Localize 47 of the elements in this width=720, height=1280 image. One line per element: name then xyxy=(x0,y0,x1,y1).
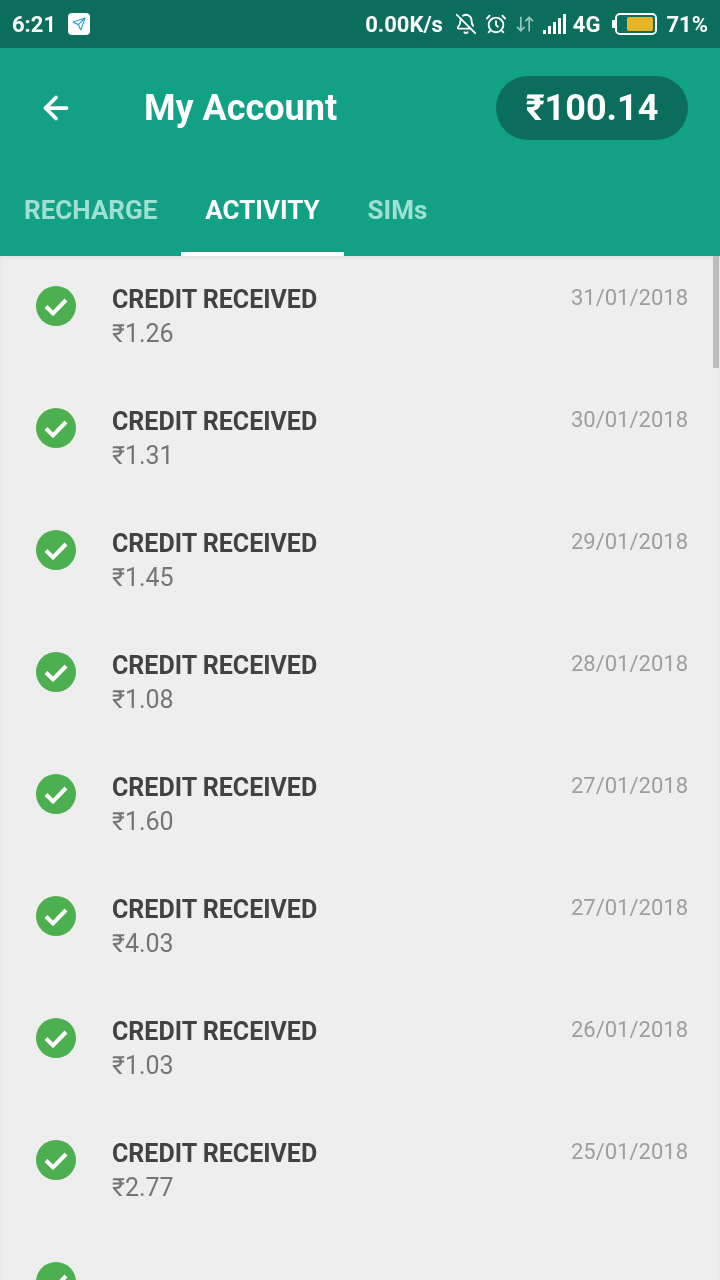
activity-amount: ₹1.03 xyxy=(112,1050,175,1082)
tab[interactable]: RECHARGE xyxy=(0,168,182,256)
tab[interactable]: ACTIVITY xyxy=(181,168,344,256)
network-type: 4G xyxy=(572,10,601,39)
activity-title: CREDIT RECEIVED xyxy=(112,528,319,560)
telegram-icon xyxy=(68,13,91,35)
activity-date: 27/01/2018 xyxy=(570,894,688,922)
check-icon xyxy=(36,652,76,692)
activity-date: 31/01/2018 xyxy=(570,284,688,312)
activity-amount: ₹1.31 xyxy=(112,440,175,472)
battery-icon xyxy=(612,13,659,35)
activity-date: 30/01/2018 xyxy=(570,406,688,434)
network-speed: 0.00K/s xyxy=(365,10,443,39)
activity-title: CREDIT RECEIVED xyxy=(112,894,319,926)
balance-pill: ₹100.14 xyxy=(496,76,688,140)
activity-amount: ₹2.77 xyxy=(112,1172,175,1204)
check-icon xyxy=(36,774,76,814)
activity-title: CREDIT RECEIVED xyxy=(112,1138,319,1170)
check-icon xyxy=(36,1018,76,1058)
activity-date: 29/01/2018 xyxy=(570,528,688,556)
activity-title: CREDIT RECEIVED xyxy=(112,772,319,804)
alarm-icon xyxy=(484,13,507,35)
activity-title: CREDIT RECEIVED xyxy=(112,650,319,682)
bell-off-icon xyxy=(454,13,477,35)
activity-amount: ₹1.60 xyxy=(112,806,175,838)
check-icon xyxy=(36,286,76,326)
check-icon xyxy=(36,896,76,936)
battery-percent: 71% xyxy=(666,10,708,39)
activity-date: 27/01/2018 xyxy=(570,772,688,800)
check-icon xyxy=(36,530,76,570)
check-icon xyxy=(36,408,76,448)
activity-date: 28/01/2018 xyxy=(570,650,688,678)
data-arrows-icon xyxy=(514,14,535,34)
activity-amount: ₹1.08 xyxy=(112,684,175,716)
signal-icon xyxy=(542,14,569,34)
activity-amount: ₹1.26 xyxy=(112,318,175,350)
activity-title: CREDIT RECEIVED xyxy=(112,1016,319,1048)
check-icon xyxy=(36,1140,76,1180)
activity-amount: ₹1.45 xyxy=(112,562,175,594)
page-title: My Account xyxy=(144,86,338,131)
activity-amount: ₹4.03 xyxy=(112,928,175,960)
activity-title: CREDIT RECEIVED xyxy=(112,284,319,316)
activity-date: 25/01/2018 xyxy=(570,1138,688,1166)
activity-title: CREDIT RECEIVED xyxy=(112,406,319,438)
status-time: 6:21 xyxy=(12,10,57,39)
tab[interactable]: SIMs xyxy=(343,168,452,256)
activity-date: 26/01/2018 xyxy=(570,1016,688,1044)
